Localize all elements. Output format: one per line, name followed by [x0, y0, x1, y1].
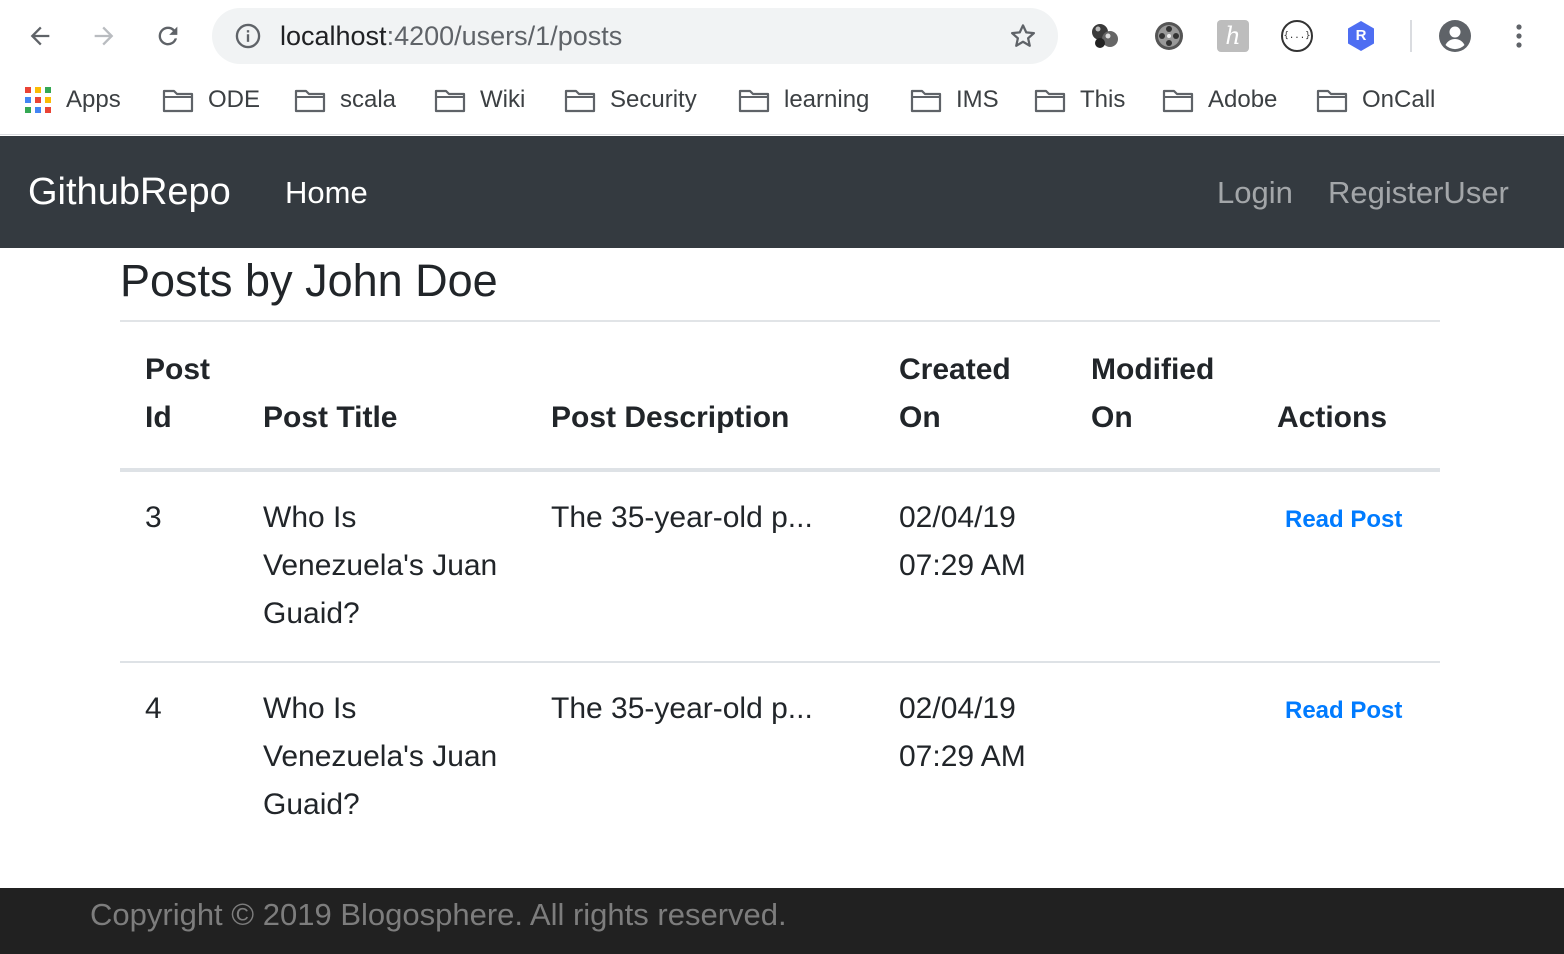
- forward-button[interactable]: [84, 16, 124, 56]
- header-created-on: Created On: [874, 322, 1066, 472]
- header-post-id: Post Id: [120, 322, 238, 472]
- cell-post-title: Who Is Venezuela's Juan Guaid?: [263, 501, 498, 630]
- bookmark-label: IMS: [956, 86, 999, 113]
- cell-created-on: 02/04/19 07:29 AM: [874, 661, 1066, 852]
- cell-post-id: 3: [145, 501, 162, 534]
- folder-icon: [1034, 89, 1066, 113]
- back-arrow-icon: [30, 26, 50, 46]
- header-post-description: Post Description: [526, 322, 874, 472]
- folder-icon: [1316, 89, 1348, 113]
- bookmark-label: ODE: [208, 86, 261, 113]
- apps-grid-icon: [24, 86, 52, 114]
- bookmark-security[interactable]: Security: [564, 84, 697, 116]
- cell-created-on: 02/04/19 07:29 AM: [899, 501, 1026, 582]
- header-modified-on: Modified On: [1066, 322, 1252, 472]
- back-button[interactable]: [20, 16, 60, 56]
- account-avatar-icon: [1439, 20, 1471, 52]
- bookmark-apps[interactable]: Apps: [24, 84, 121, 116]
- page-title: Posts by John Doe: [120, 255, 498, 306]
- page-footer: Copyright © 2019 Blogosphere. All rights…: [0, 888, 1564, 954]
- bookmark-wiki[interactable]: Wiki: [434, 84, 525, 116]
- copyright-text: Copyright © 2019 Blogosphere. All rights…: [90, 897, 787, 932]
- bookmark-oncall[interactable]: OnCall: [1316, 84, 1435, 116]
- cell-post-description: The 35-year-old p...: [551, 501, 813, 534]
- bookmark-label: Adobe: [1208, 86, 1278, 113]
- extension-spheres-icon[interactable]: [1088, 19, 1122, 53]
- profile-button[interactable]: [1438, 19, 1472, 53]
- posts-table: Post Id Post Title Post Description Creat…: [120, 322, 1440, 852]
- bookmark-ims[interactable]: IMS: [910, 84, 999, 116]
- bookmark-label: Wiki: [480, 86, 526, 113]
- extension-json-icon[interactable]: {...}: [1280, 19, 1314, 53]
- bookmark-adobe[interactable]: Adobe: [1162, 84, 1277, 116]
- table-row: 4 Who Is Venezuela's Juan Guaid? The 35-…: [120, 661, 1440, 852]
- cell-post-title: Who Is Venezuela's Juan Guaid?: [238, 661, 526, 852]
- bookmark-label: OnCall: [1362, 86, 1436, 113]
- folder-icon: [564, 89, 596, 113]
- bookmark-label: This: [1080, 86, 1126, 113]
- nav-login-link[interactable]: Login: [1217, 174, 1293, 212]
- extension-film-reel-icon[interactable]: [1152, 19, 1186, 53]
- app-navbar: GithubRepo Home Login RegisterUser: [0, 136, 1564, 248]
- browser-toolbar: localhost:4200/users/1/posts h {...} R: [0, 0, 1564, 72]
- bookmark-label: Apps: [66, 86, 121, 113]
- h-letter-icon: h: [1217, 20, 1249, 52]
- bookmark-scala[interactable]: scala: [294, 84, 396, 116]
- header-actions: Actions: [1252, 322, 1440, 472]
- cell-actions: Read Post: [1252, 470, 1440, 662]
- table-header-row: Post Id Post Title Post Description Creat…: [120, 322, 1440, 472]
- bookmark-star-icon[interactable]: [1008, 21, 1038, 51]
- cell-modified-on: [1066, 661, 1252, 852]
- cell-modified-on: [1066, 470, 1252, 662]
- cell-actions: Read Post: [1252, 661, 1440, 852]
- info-icon[interactable]: [234, 22, 262, 50]
- browser-menu-button[interactable]: [1502, 19, 1536, 53]
- json-braces-icon: {...}: [1281, 20, 1313, 52]
- forward-arrow-icon: [94, 26, 114, 46]
- bookmark-label: scala: [340, 86, 397, 113]
- nav-register-link[interactable]: RegisterUser: [1328, 174, 1509, 212]
- reload-button[interactable]: [148, 16, 188, 56]
- spheres-icon: [1092, 24, 1118, 48]
- read-post-link[interactable]: Read Post: [1285, 687, 1402, 735]
- folder-icon: [910, 89, 942, 113]
- toolbar-separator: [1410, 20, 1412, 52]
- cell-post-id: 4: [120, 661, 238, 852]
- folder-icon: [162, 89, 194, 113]
- bookmark-ode[interactable]: ODE: [162, 84, 260, 116]
- bookmark-label: Security: [610, 86, 697, 113]
- folder-icon: [738, 89, 770, 113]
- extension-r-icon[interactable]: R: [1344, 19, 1378, 53]
- folder-icon: [294, 89, 326, 113]
- reload-icon: [158, 26, 178, 46]
- folder-icon: [1162, 89, 1194, 113]
- header-post-title: Post Title: [238, 322, 526, 472]
- navbar-brand[interactable]: GithubRepo: [28, 170, 231, 214]
- extension-h-icon[interactable]: h: [1216, 19, 1250, 53]
- folder-icon: [434, 89, 466, 113]
- table-row: 3 Who Is Venezuela's Juan Guaid? The 35-…: [120, 470, 1440, 662]
- read-post-link[interactable]: Read Post: [1285, 496, 1402, 544]
- address-bar[interactable]: localhost:4200/users/1/posts: [212, 8, 1058, 64]
- bookmark-this[interactable]: This: [1034, 84, 1125, 116]
- r-letter: R: [1355, 27, 1367, 44]
- kebab-menu-icon: [1516, 24, 1522, 48]
- bookmark-learning[interactable]: learning: [738, 84, 869, 116]
- nav-home-link[interactable]: Home: [285, 174, 368, 212]
- cell-post-description: The 35-year-old p...: [526, 661, 874, 852]
- bookmarks-bar: Apps ODE scala Wiki Security learning IM…: [0, 72, 1564, 135]
- film-reel-icon: [1155, 22, 1183, 50]
- url-text: localhost:4200/users/1/posts: [280, 21, 623, 51]
- bookmark-label: learning: [784, 86, 870, 113]
